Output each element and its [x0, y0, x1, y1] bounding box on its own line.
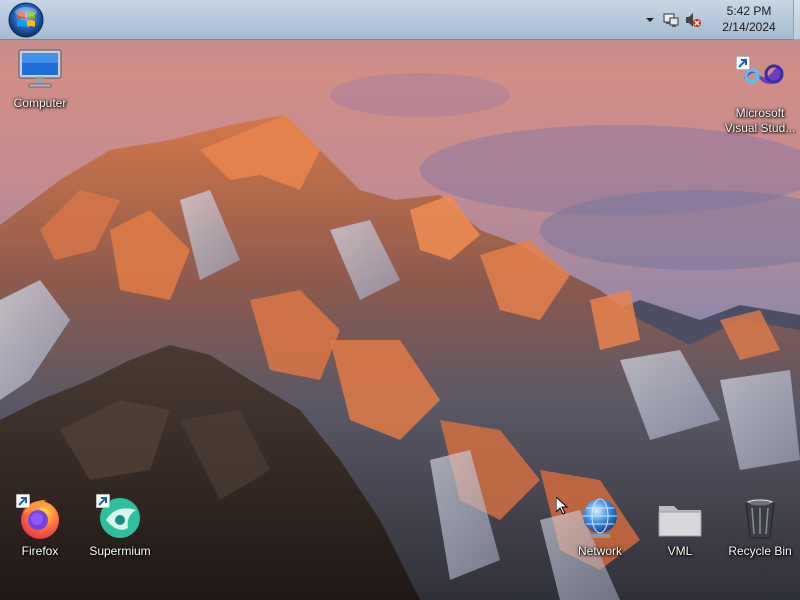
clock-time: 5:42 PM: [726, 4, 772, 18]
volume-muted-icon[interactable]: [684, 11, 702, 29]
desktop-icon-visual-studio[interactable]: Microsoft Visual Stud...: [722, 56, 798, 136]
desktop-icon-label: Microsoft Visual Stud...: [724, 106, 796, 135]
shortcut-arrow-icon: [736, 56, 750, 70]
desktop-icon-label: Recycle Bin: [728, 544, 792, 558]
taskbar: 5:42 PM 2/14/2024: [0, 0, 800, 40]
chevron-up-icon[interactable]: [644, 13, 656, 25]
start-button[interactable]: [6, 1, 46, 39]
shortcut-arrow-icon: [96, 494, 110, 508]
desktop-icon-computer[interactable]: Computer: [2, 46, 78, 111]
desktop-icon-label: Network: [577, 544, 622, 558]
recycle-bin-icon: [736, 494, 784, 542]
visual-studio-icon: [736, 56, 784, 104]
mouse-cursor-icon: [556, 497, 568, 515]
desktop-icon-label: Supermium: [89, 544, 151, 558]
firefox-icon: [16, 494, 64, 542]
clock-date: 2/14/2024: [722, 20, 776, 34]
desktop-icon-network[interactable]: Network: [562, 494, 638, 559]
clock[interactable]: 5:42 PM 2/14/2024: [706, 3, 792, 35]
desktop-icon-recycle-bin[interactable]: Recycle Bin: [722, 494, 798, 559]
desktop-icon-vml[interactable]: VML: [642, 494, 718, 559]
system-tray: 5:42 PM 2/14/2024: [640, 0, 800, 40]
desktop-icon-label: VML: [667, 544, 693, 558]
windows-orb-icon: [8, 2, 44, 38]
computer-monitor-icon: [16, 46, 64, 94]
network-globe-icon: [576, 494, 624, 542]
show-desktop-button[interactable]: [793, 0, 800, 40]
supermium-icon: [96, 494, 144, 542]
folder-icon: [656, 494, 704, 542]
shortcut-arrow-icon: [16, 494, 30, 508]
desktop-icon-firefox[interactable]: Firefox: [2, 494, 78, 559]
desktop-icon-label: Firefox: [21, 544, 59, 558]
network-status-icon[interactable]: [662, 11, 680, 29]
desktop-icon-label: Computer: [13, 96, 67, 110]
desktop-icon-supermium[interactable]: Supermium: [82, 494, 158, 559]
